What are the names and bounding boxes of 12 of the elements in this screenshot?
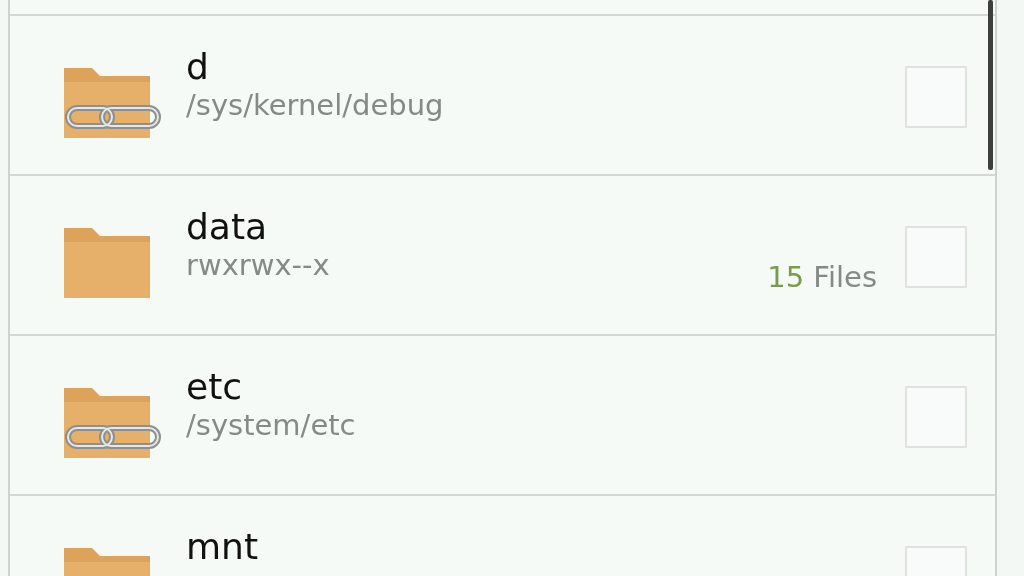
folder-detail: rwxrwx--x bbox=[186, 249, 331, 283]
checkbox[interactable] bbox=[905, 226, 967, 288]
scrollbar[interactable] bbox=[988, 0, 993, 170]
folder-detail: /system/etc bbox=[186, 409, 357, 443]
checkbox[interactable] bbox=[905, 66, 967, 128]
folder-detail: /sys/kernel/debug bbox=[186, 89, 445, 123]
folder-name: d bbox=[186, 46, 210, 88]
checkbox[interactable] bbox=[905, 386, 967, 448]
folder-name: etc bbox=[186, 366, 244, 408]
folder-name: mnt bbox=[186, 526, 259, 568]
folder-name: data bbox=[186, 206, 269, 248]
file-count: 15 Files bbox=[767, 260, 877, 294]
